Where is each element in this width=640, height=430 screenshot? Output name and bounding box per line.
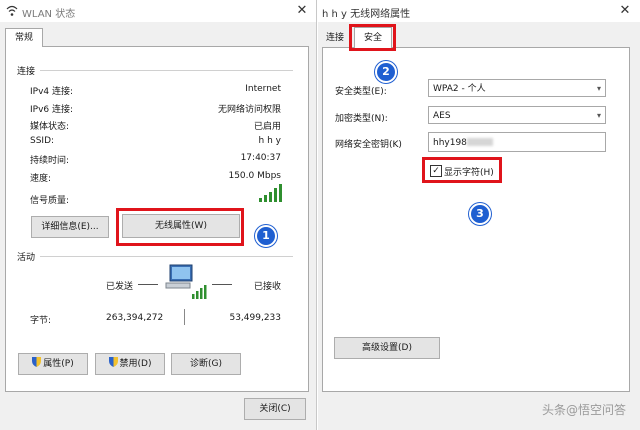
duration-label: 持续时间: [30,156,70,166]
redacted-blur [466,138,493,146]
highlight-box-1 [116,208,244,246]
received-line [212,284,232,285]
title-bar: WLAN 状态 ✕ [0,0,316,22]
properties-button[interactable]: 属性(P) [18,353,88,375]
chevron-down-icon: ▾ [596,84,601,93]
highlight-box-3 [422,157,502,183]
ipv4-value: Internet [245,84,281,94]
tab-connection[interactable]: 连接 [326,29,344,47]
disable-button[interactable]: 禁用(D) [95,353,165,375]
disable-button-label: 禁用(D) [119,359,152,369]
bytes-sent-value: 263,394,272 [106,313,164,323]
connection-heading: 连接 [17,67,36,77]
ssid-label: SSID: [30,136,55,146]
close-button[interactable]: 关闭(C) [244,398,306,420]
ipv6-value: 无网络访问权限 [217,105,281,115]
network-key-value: hhy198 [433,138,467,148]
encryption-type-select[interactable]: AES ▾ [428,106,606,124]
close-icon[interactable]: ✕ [293,2,311,20]
media-state-label: 媒体状态: [30,122,70,132]
duration-value: 17:40:37 [240,153,281,163]
ssid-value: h h y [258,136,281,146]
bytes-label: 字节: [30,316,52,326]
media-state-value: 已启用 [253,122,281,132]
step-badge-2: 2 [375,61,397,83]
wifi-app-icon [6,5,18,17]
ipv4-label: IPv4 连接: [30,87,74,97]
bytes-received-value: 53,499,233 [229,313,281,323]
highlight-box-2 [349,24,396,51]
title-bar: h h y 无线网络属性 ✕ [318,0,640,22]
signal-quality-label: 信号质量: [30,196,70,206]
security-type-select[interactable]: WPA2 - 个人 ▾ [428,79,606,97]
network-key-label: 网络安全密钥(K) [335,140,402,150]
encryption-type-label: 加密类型(N): [335,114,388,124]
activity-heading: 活动 [17,253,36,263]
security-type-value: WPA2 - 个人 [433,84,486,94]
speed-label: 速度: [30,174,52,184]
details-button[interactable]: 详细信息(E)... [31,216,109,238]
step-badge-3: 3 [469,203,491,225]
advanced-settings-button[interactable]: 高级设置(D) [334,337,440,359]
sent-line [138,284,158,285]
network-computer-icon [162,262,208,302]
encryption-type-value: AES [433,111,451,121]
speed-value: 150.0 Mbps [228,171,281,181]
diagnose-button[interactable]: 诊断(G) [171,353,241,375]
properties-button-label: 属性(P) [43,359,74,369]
window-title: WLAN 状态 [22,9,76,20]
wireless-properties-window: h h y 无线网络属性 ✕ 连接 安全 2 安全类型(E): WPA2 - 个… [318,0,640,430]
step-badge-1: 1 [255,225,277,247]
activity-divider [40,256,293,257]
wlan-status-window: WLAN 状态 ✕ 常规 连接 IPv4 连接: Internet IPv6 连… [0,0,317,430]
signal-strength-icon [258,183,282,203]
shield-icon [32,357,42,367]
window-title: h h y 无线网络属性 [322,9,411,20]
connection-divider [40,70,293,71]
shield-icon [108,357,118,367]
sent-label: 已发送 [106,282,134,292]
received-label: 已接收 [254,282,282,292]
security-type-label: 安全类型(E): [335,87,387,97]
watermark: 头条@悟空问答 [541,403,626,417]
ipv6-label: IPv6 连接: [30,105,74,115]
bytes-divider [184,309,185,325]
chevron-down-icon: ▾ [596,111,601,120]
tab-general[interactable]: 常规 [5,28,43,47]
network-key-input[interactable]: hhy198 [428,132,606,152]
close-icon[interactable]: ✕ [616,2,634,20]
